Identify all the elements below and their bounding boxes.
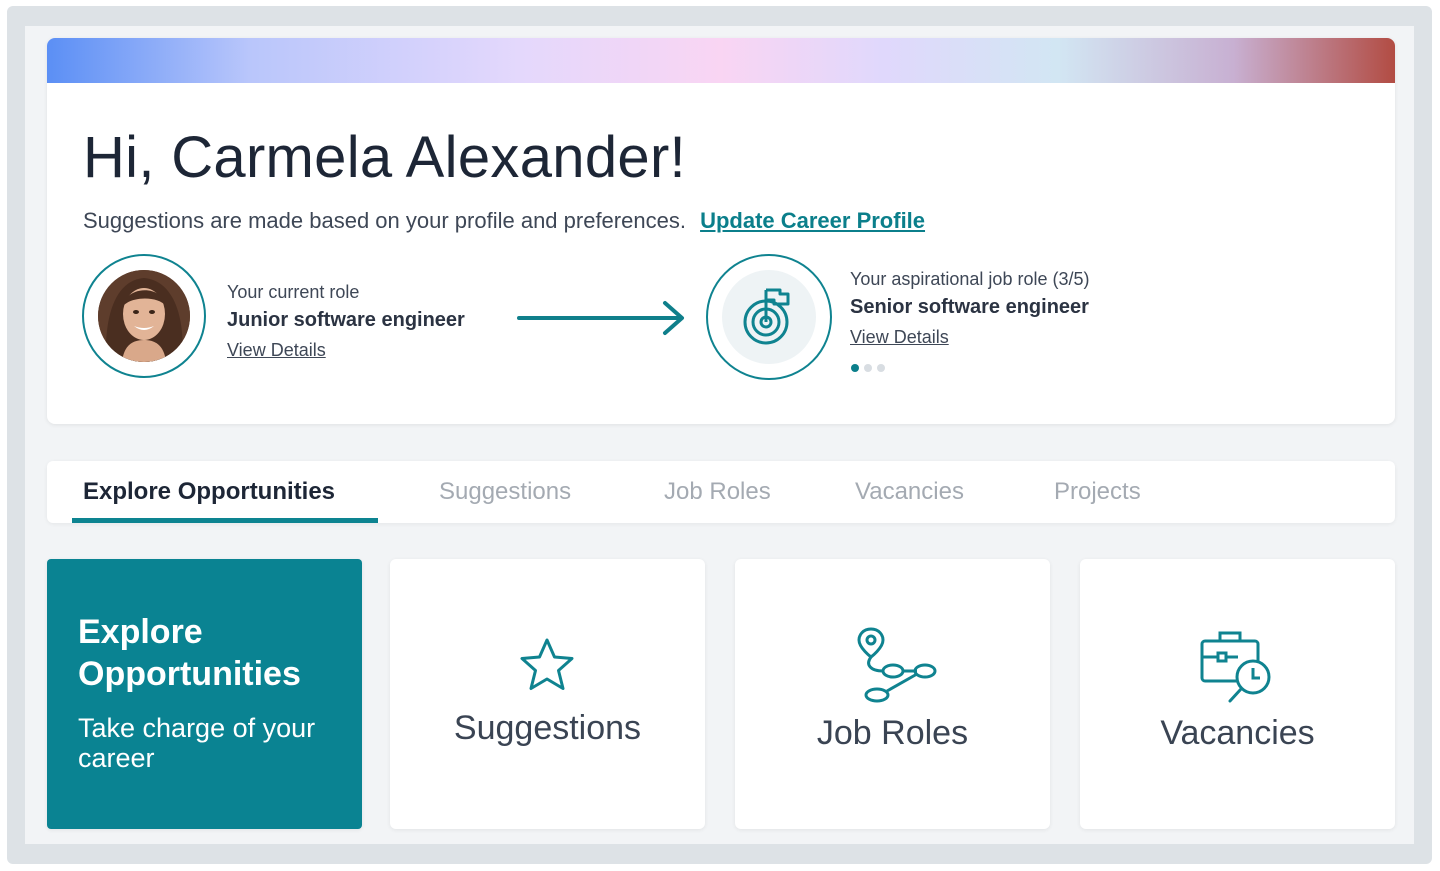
active-tab-indicator <box>72 518 378 523</box>
carousel-dot-1[interactable] <box>851 364 859 372</box>
suggestions-card[interactable]: Suggestions <box>390 559 705 829</box>
avatar <box>98 270 190 362</box>
vacancies-card-label: Vacancies <box>1160 714 1315 752</box>
tab-suggestions[interactable]: Suggestions <box>439 461 571 523</box>
aspirational-role-label: Your aspirational job role (3/5) <box>850 269 1090 289</box>
opportunity-tabs: Explore Opportunities Suggestions Job Ro… <box>47 461 1395 523</box>
tab-vacancies[interactable]: Vacancies <box>855 461 964 523</box>
briefcase-search-icon <box>1198 627 1282 716</box>
vacancies-card[interactable]: Vacancies <box>1080 559 1395 829</box>
aspirational-role-title: Senior software engineer <box>850 296 1089 318</box>
current-role-avatar-ring <box>82 254 206 378</box>
carousel-dot-3[interactable] <box>877 364 885 372</box>
explore-card-title: Explore Opportunities <box>78 613 301 693</box>
tab-projects[interactable]: Projects <box>1054 461 1141 523</box>
arrow-right-icon <box>517 300 687 341</box>
career-path-icon <box>853 625 937 714</box>
target-flag-icon <box>722 270 816 364</box>
job-roles-card-label: Job Roles <box>816 714 969 752</box>
carousel-dot-2[interactable] <box>864 364 872 372</box>
update-career-profile-link[interactable]: Update Career Profile <box>700 208 925 233</box>
tab-explore-opportunities[interactable]: Explore Opportunities <box>83 461 335 523</box>
suggestion-note-text: Suggestions are made based on your profi… <box>83 208 686 233</box>
suggestions-card-label: Suggestions <box>453 709 642 747</box>
hero-gradient-banner <box>47 38 1395 83</box>
tab-job-roles[interactable]: Job Roles <box>664 461 771 523</box>
greeting-heading: Hi, Carmela Alexander! <box>83 125 686 190</box>
current-role-title: Junior software engineer <box>227 309 465 331</box>
job-roles-card[interactable]: Job Roles <box>735 559 1050 829</box>
carousel-dots <box>851 364 885 372</box>
suggestion-note: Suggestions are made based on your profi… <box>83 208 925 234</box>
current-role-block: Your current role Junior software engine… <box>227 282 465 361</box>
explore-card-subtitle: Take charge of your career <box>78 713 316 773</box>
current-role-label: Your current role <box>227 282 360 302</box>
aspirational-role-block: Your aspirational job role (3/5) Senior … <box>850 269 1089 348</box>
aspirational-role-view-details-link[interactable]: View Details <box>850 327 949 348</box>
star-icon <box>516 635 578 702</box>
explore-opportunities-card[interactable]: Explore Opportunities Take charge of you… <box>47 559 362 829</box>
current-role-view-details-link[interactable]: View Details <box>227 340 326 361</box>
aspirational-role-ring <box>706 254 832 380</box>
hero-card: Hi, Carmela Alexander! Suggestions are m… <box>47 38 1395 424</box>
